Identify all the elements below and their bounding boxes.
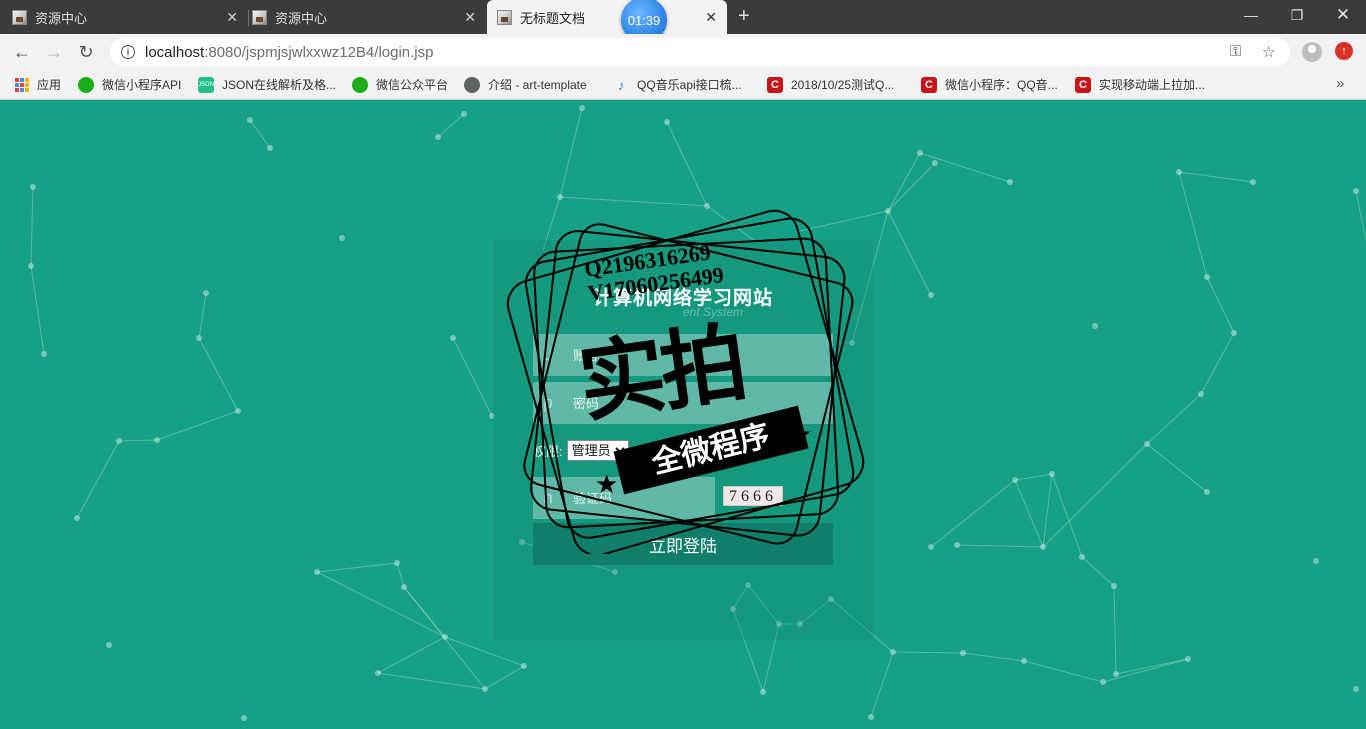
- csdn-icon: C: [921, 76, 937, 93]
- address-bar[interactable]: i localhost:8080/jspmjsjwlxxwz12B4/login…: [110, 38, 1290, 66]
- qq-music-icon: ♪: [617, 76, 625, 93]
- page-favicon-icon: [497, 9, 512, 25]
- captcha-image[interactable]: 7666: [723, 486, 783, 506]
- page-favicon-icon: [12, 9, 27, 25]
- wechat-icon: [78, 76, 94, 93]
- apps-icon: [15, 77, 29, 92]
- bookmark-item[interactable]: ♪ QQ音乐api接口梳...: [613, 76, 742, 93]
- password-icon: p: [543, 393, 553, 412]
- captcha-row: n 7666: [533, 477, 833, 519]
- close-window-button[interactable]: ✕: [1320, 0, 1366, 30]
- csdn-icon: C: [767, 76, 783, 93]
- minimize-button[interactable]: —: [1228, 0, 1274, 30]
- username-field[interactable]: u: [533, 334, 833, 376]
- bookmark-label: 介绍 - art-template: [488, 78, 587, 92]
- csdn-icon: C: [1075, 76, 1091, 93]
- password-field[interactable]: p: [533, 382, 833, 424]
- captcha-icon: n: [543, 488, 553, 507]
- bookmark-item[interactable]: JSON JSON在线解析及格...: [198, 76, 336, 93]
- bookmark-item[interactable]: 微信公众平台: [352, 76, 448, 93]
- restore-button[interactable]: ❐: [1274, 0, 1320, 30]
- url-host: localhost: [145, 43, 205, 61]
- bookmark-label: 微信公众平台: [376, 78, 449, 92]
- browser-tab-2[interactable]: 资源中心 ✕: [252, 0, 486, 34]
- password-input[interactable]: [573, 395, 823, 411]
- url-path: :8080/jspmjsjwlxxwz12B4/login.jsp: [204, 43, 434, 61]
- role-row: 权限: 管理员: [533, 440, 629, 461]
- captcha-field[interactable]: n: [533, 477, 715, 519]
- browser-tab-active[interactable]: 无标题文档 ✕: [487, 0, 727, 34]
- close-tab-icon[interactable]: ✕: [705, 9, 717, 26]
- bookmark-label: JSON在线解析及格...: [222, 78, 337, 92]
- role-select[interactable]: 管理员: [566, 440, 629, 461]
- bookmark-apps[interactable]: 应用: [15, 76, 61, 93]
- bookmark-item[interactable]: C 2018/10/25测试Q...: [767, 76, 894, 93]
- bookmarks-bar: 应用 微信小程序API JSON JSON在线解析及格... 微信公众平台 介绍…: [0, 70, 1366, 100]
- browser-titlebar: 资源中心 ✕ 资源中心 ✕ 无标题文档 ✕ + 01:39 — ❐ ✕: [0, 0, 1366, 43]
- bookmark-item[interactable]: 微信小程序API: [78, 76, 181, 93]
- bookmark-star-icon[interactable]: ☆: [1262, 43, 1275, 61]
- key-icon[interactable]: ⚿: [1230, 43, 1241, 60]
- bookmark-item[interactable]: 介绍 - art-template: [464, 76, 587, 93]
- user-icon: u: [543, 345, 553, 364]
- bookmark-item[interactable]: C 微信小程序：QQ音...: [921, 76, 1058, 93]
- bookmark-label: 实现移动端上拉加...: [1099, 78, 1206, 92]
- login-button[interactable]: 立即登陆: [533, 523, 833, 565]
- bookmark-item[interactable]: C 实现移动端上拉加...: [1075, 76, 1205, 93]
- back-button[interactable]: ←: [10, 40, 34, 64]
- tab-separator: [248, 10, 249, 26]
- page-favicon-icon: [252, 9, 267, 25]
- site-subtitle: ent System: [683, 305, 744, 319]
- json-icon: JSON: [198, 76, 214, 93]
- extension-icon[interactable]: ↑: [1335, 42, 1353, 60]
- close-tab-icon[interactable]: ✕: [226, 9, 238, 26]
- login-page: 计算机网络学习网站 ent System u p 权限: 管理员 n 7666 …: [0, 101, 1366, 729]
- role-label: 权限:: [533, 444, 563, 459]
- username-input[interactable]: [573, 347, 823, 363]
- site-info-icon[interactable]: i: [121, 45, 135, 59]
- new-tab-button[interactable]: +: [738, 5, 750, 28]
- bookmark-label: QQ音乐api接口梳...: [637, 78, 742, 92]
- close-tab-icon[interactable]: ✕: [464, 9, 476, 26]
- captcha-input[interactable]: [573, 490, 703, 506]
- bookmark-label: 微信小程序API: [102, 78, 182, 92]
- reload-button[interactable]: ↻: [74, 40, 98, 64]
- profile-avatar[interactable]: [1302, 42, 1322, 62]
- browser-toolbar: ← → ↻ i localhost:8080/jspmjsjwlxxwz12B4…: [0, 34, 1366, 70]
- more-bookmarks-icon[interactable]: »: [1336, 75, 1344, 92]
- globe-icon: [464, 76, 480, 93]
- bookmark-label: 微信小程序：QQ音...: [945, 78, 1058, 92]
- wechat-icon: [352, 76, 368, 93]
- bookmark-label: 2018/10/25测试Q...: [791, 78, 895, 92]
- forward-button[interactable]: →: [42, 40, 66, 64]
- bookmark-label: 应用: [37, 78, 62, 92]
- tab-title: 资源中心: [275, 10, 328, 26]
- tab-title: 资源中心: [35, 10, 88, 26]
- browser-tab-1[interactable]: 资源中心 ✕: [12, 0, 248, 34]
- tab-title: 无标题文档: [520, 10, 586, 26]
